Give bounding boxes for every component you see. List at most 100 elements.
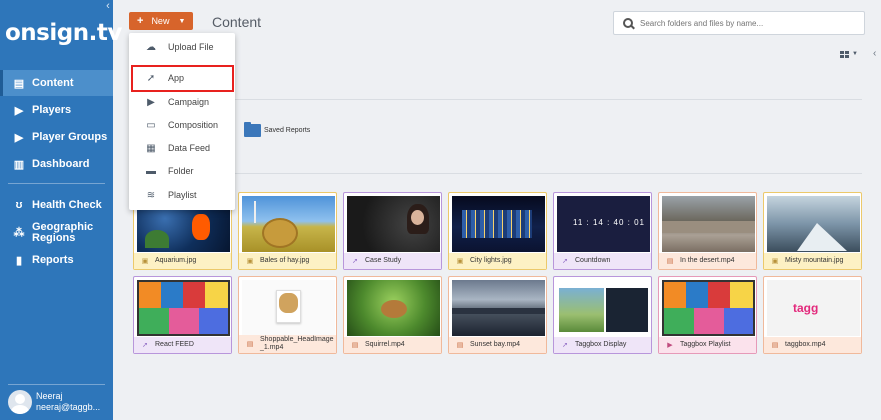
user-profile[interactable]: Neeraj neeraj@taggb... <box>0 384 113 420</box>
file-card[interactable]: ▶ Taggbox Playlist <box>658 276 757 354</box>
folder-saved-reports[interactable]: Saved Reports <box>244 122 311 137</box>
content-icon: ▤ <box>13 77 25 90</box>
file-card[interactable]: tagg ▤ taggbox.mp4 <box>763 276 862 354</box>
file-name: Shoppable_HeadImage_1.mp4 <box>260 336 334 351</box>
menu-item-label: Upload File <box>168 42 214 52</box>
chevron-left-icon[interactable]: ‹ <box>873 48 876 59</box>
folder-label: Saved Reports <box>264 127 311 134</box>
sidebar-item-player-groups[interactable]: ▶ Player Groups <box>0 124 113 150</box>
file-card[interactable]: ▤ In the desert.mp4 <box>658 192 757 270</box>
file-card[interactable]: ▤ Squirrel.mp4 <box>343 276 442 354</box>
file-name: City lights.jpg <box>470 257 512 264</box>
file-card[interactable]: ▣ Bales of hay.jpg <box>238 192 337 270</box>
menu-item-data-feed[interactable]: ▦ Data Feed <box>129 137 235 159</box>
menu-item-label: Data Feed <box>168 143 211 153</box>
rocket-icon: ➚ <box>562 258 568 265</box>
menu-item-upload-file[interactable]: ☁ Upload File <box>129 36 235 58</box>
file-thumbnail <box>347 280 440 336</box>
film-icon: ▤ <box>666 258 674 265</box>
file-name: Sunset bay.mp4 <box>470 341 521 348</box>
sidebar-item-dashboard[interactable]: ▥ Dashboard <box>0 151 113 177</box>
folder-icon: ▬ <box>146 165 156 177</box>
file-name: React FEED <box>155 341 194 348</box>
file-name: Case Study <box>365 257 402 264</box>
rocket-icon: ➚ <box>352 258 358 265</box>
menu-item-playlist[interactable]: ≋ Playlist <box>129 184 235 206</box>
new-button-label: New <box>151 16 170 26</box>
file-thumbnail <box>452 280 545 336</box>
file-name: Misty mountain.jpg <box>785 257 844 264</box>
menu-item-label: Campaign <box>168 97 210 107</box>
dashboard-icon: ▥ <box>13 158 25 171</box>
page-title: Content <box>212 14 262 30</box>
file-thumbnail <box>767 196 860 252</box>
sidebar-item-reports[interactable]: ▮ Reports <box>0 247 113 273</box>
file-name: In the desert.mp4 <box>680 257 735 264</box>
collapse-sidebar-icon[interactable]: ‹ <box>103 0 113 12</box>
file-card[interactable]: ➚ Taggbox Display <box>553 276 652 354</box>
file-name: Taggbox Playlist <box>680 341 731 348</box>
film-icon: ▤ <box>351 342 359 349</box>
file-name: Aquarium.jpg <box>155 257 197 264</box>
sidebar-item-label: Players <box>32 104 72 116</box>
file-card[interactable]: ▤ Shoppable_HeadImage_1.mp4 <box>238 276 337 354</box>
layers-icon: ≋ <box>146 189 156 201</box>
stethoscope-icon: ʊ <box>15 199 23 211</box>
rocket-icon: ➚ <box>142 342 148 349</box>
sidebar-item-label: Reports <box>32 254 74 266</box>
sidebar-item-content[interactable]: ▤ Content <box>0 70 113 96</box>
campaign-icon: ▶ <box>667 342 673 349</box>
data-feed-icon: ▦ <box>146 142 156 154</box>
image-icon: ▣ <box>246 258 254 265</box>
sidebar: ‹ onsign.tv ▤ Content ▶ Players ▶ Player… <box>0 0 122 420</box>
onsign-logo[interactable]: onsign.tv <box>5 20 122 46</box>
search-input[interactable] <box>640 18 860 28</box>
new-dropdown-menu: ☁ Upload File ➚ App ▶ Campaign ▭ Composi… <box>129 33 235 210</box>
menu-item-folder[interactable]: ▬ Folder <box>129 160 235 182</box>
sidebar-item-players[interactable]: ▶ Players <box>0 97 113 123</box>
campaign-icon: ▶ <box>147 96 155 108</box>
new-button[interactable]: + New ▼ <box>129 12 193 30</box>
folder-icon <box>244 122 261 137</box>
menu-item-app[interactable]: ➚ App <box>129 67 235 89</box>
file-card[interactable]: ▤ Sunset bay.mp4 <box>448 276 547 354</box>
file-card[interactable]: 11 : 14 : 40 : 01 ➚ Countdown <box>553 192 652 270</box>
film-icon: ▤ <box>246 341 254 348</box>
clipboard-icon: ▮ <box>15 254 23 267</box>
rocket-icon: ➚ <box>146 72 156 84</box>
grid-view-icon <box>840 50 849 58</box>
grid-view-toggle[interactable]: ▼ <box>840 49 860 59</box>
file-card[interactable]: ➚ Case Study <box>343 192 442 270</box>
sidebar-item-label: Geographic Regions <box>32 221 94 244</box>
sidebar-item-label: Player Groups <box>32 131 108 143</box>
section-divider <box>235 99 862 100</box>
plus-icon: + <box>137 15 144 27</box>
file-card[interactable]: ➚ React FEED <box>133 276 232 354</box>
film-icon: ▤ <box>771 342 779 349</box>
file-card[interactable]: ▣ City lights.jpg <box>448 192 547 270</box>
sidebar-divider <box>8 183 105 184</box>
file-card[interactable]: ▣ Misty mountain.jpg <box>763 192 862 270</box>
section-divider <box>235 173 862 174</box>
search-box[interactable] <box>613 11 865 35</box>
search-icon <box>623 17 634 29</box>
menu-item-label: Folder <box>168 166 194 176</box>
map-pins-icon: ⁂ <box>13 226 25 239</box>
monitor-icon: ▭ <box>146 119 156 131</box>
file-name: Bales of hay.jpg <box>260 257 310 264</box>
file-thumbnail: tagg <box>767 280 860 336</box>
sidebar-item-health-check[interactable]: ʊ Health Check <box>0 192 113 218</box>
menu-item-campaign[interactable]: ▶ Campaign <box>129 91 235 113</box>
user-email: neeraj@taggb... <box>36 402 101 412</box>
menu-item-composition[interactable]: ▭ Composition <box>129 114 235 136</box>
file-thumbnail <box>242 196 335 252</box>
caret-down-icon: ▼ <box>852 51 858 57</box>
file-thumbnail <box>347 196 440 252</box>
rocket-icon: ➚ <box>562 342 568 349</box>
sidebar-item-geographic-regions[interactable]: ⁂ Geographic Regions <box>0 219 113 247</box>
avatar <box>8 390 32 414</box>
play-icon: ▶ <box>14 131 24 144</box>
sidebar-item-label: Content <box>32 77 74 89</box>
cloud-upload-icon: ☁ <box>146 41 156 53</box>
menu-item-label: Playlist <box>168 190 197 200</box>
